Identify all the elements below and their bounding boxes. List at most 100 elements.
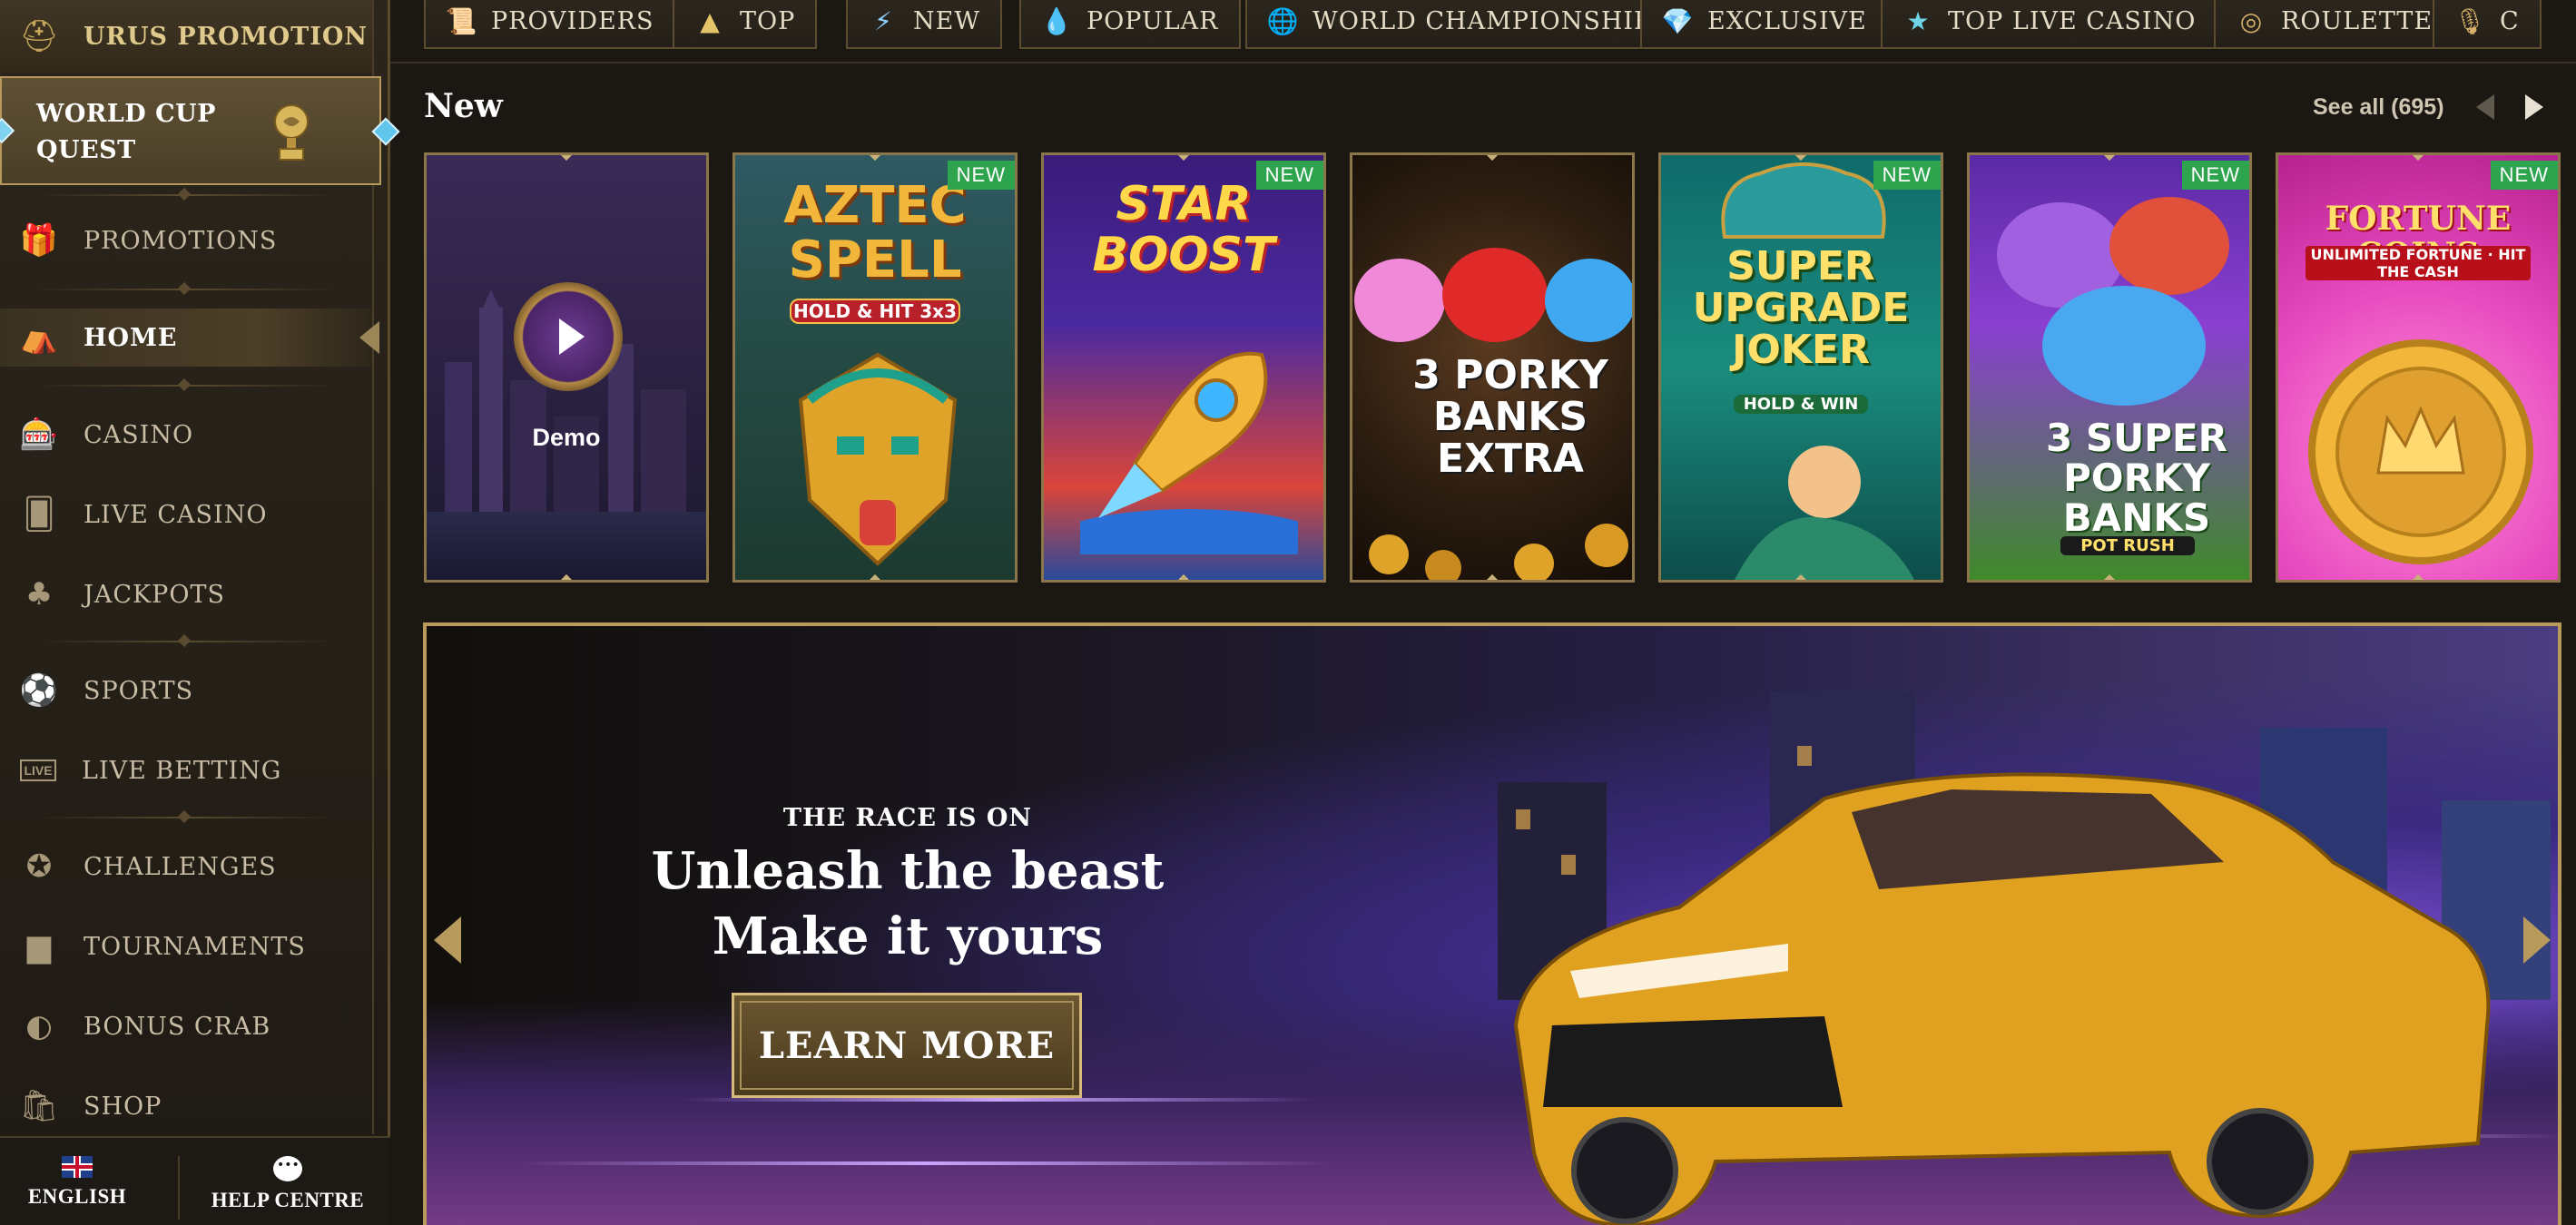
joker-character-image <box>1735 446 1914 580</box>
badge-icon: ✪ <box>25 848 53 885</box>
home-icon: ⛺ <box>19 319 59 356</box>
tab-label: NEW <box>913 6 981 35</box>
banner-headline-line-1: Unleash the beast <box>651 841 1165 901</box>
sidebar-item-promotions[interactable]: 🎁 PROMOTIONS <box>0 218 372 263</box>
game-title: STAR BOOST <box>1092 177 1275 282</box>
star-icon: ★ <box>1906 5 1930 36</box>
tab-world-championship[interactable]: 🌐 WORLD CHAMPIONSHIP <box>1245 0 1674 49</box>
lightning-icon: ⚡ <box>874 5 892 36</box>
sidebar-item-live-casino[interactable]: 🂠 LIVE CASINO <box>0 492 372 537</box>
sidebar-item-label: LIVE CASINO <box>84 500 268 529</box>
sidebar-item-label: LIVE BETTING <box>82 756 282 785</box>
game-tile[interactable]: NEW SUPER UPGRADE JOKER HOLD & WIN <box>1658 152 1943 583</box>
game-tile[interactable]: NEW STAR BOOST <box>1041 152 1326 583</box>
light-streak <box>517 1161 1334 1165</box>
language-label: ENGLISH <box>27 1185 127 1208</box>
game-tile[interactable]: Demo <box>424 152 709 583</box>
learn-more-button[interactable]: LEARN MORE <box>732 993 1082 1098</box>
tab-top[interactable]: ▲ TOP <box>673 0 818 49</box>
live-icon: LIVE <box>20 760 56 781</box>
active-indicator-icon <box>359 321 379 354</box>
sidebar-item-label: JACKPOTS <box>84 580 225 609</box>
tab-exclusive[interactable]: 💎 EXCLUSIVE <box>1640 0 1889 49</box>
carousel-prev-icon[interactable] <box>2476 94 2494 120</box>
footer-divider <box>178 1156 180 1220</box>
banner-next-icon[interactable] <box>2523 916 2551 964</box>
see-all-link[interactable]: See all (695) <box>2313 94 2444 121</box>
game-subtitle: POT RUSH <box>2060 536 2195 555</box>
language-button[interactable]: ENGLISH <box>0 1156 154 1209</box>
new-badge: NEW <box>1873 161 1941 190</box>
tab-roulette[interactable]: ◎ ROULETTE <box>2214 0 2455 49</box>
pigs-image <box>1354 248 1632 342</box>
game-tile[interactable]: NEW 3 SUPER PORKY BANKS POT RUSH <box>1967 152 2252 583</box>
sidebar-item-label: WORLD CUP QUEST <box>36 96 216 169</box>
game-title: SUPER UPGRADE JOKER <box>1692 243 1910 373</box>
new-badge: NEW <box>2490 161 2558 190</box>
game-title: 3 SUPER PORKY BANKS <box>2045 416 2227 540</box>
sidebar-item-label: CHALLENGES <box>84 852 277 881</box>
sidebar-item-challenges[interactable]: ✪ CHALLENGES <box>0 844 372 889</box>
sidebar-item-label: CASINO <box>84 420 194 449</box>
category-bar: 📜 PROVIDERS ▲ TOP ⚡ NEW 💧 POPULAR 🌐 WORL… <box>413 0 2576 56</box>
microphone-icon: 🎙 <box>2453 5 2486 36</box>
tab-label: TOP LIVE CASINO <box>1948 6 2197 35</box>
carousel-next-icon[interactable] <box>2525 94 2543 120</box>
scroll-icon: 📜 <box>445 5 477 36</box>
learn-more-label: LEARN MORE <box>758 1024 1056 1067</box>
roulette-icon: ◎ <box>2239 5 2263 36</box>
new-badge: NEW <box>1255 161 1323 190</box>
tab-more[interactable]: 🎙 C <box>2433 0 2542 49</box>
gold-coin-image <box>2308 339 2533 564</box>
promo-banner[interactable]: THE RACE IS ON Unleash the beast Make it… <box>423 622 2561 1225</box>
clover-icon: ♣ <box>25 576 54 612</box>
help-label: HELP CENTRE <box>211 1189 365 1211</box>
help-centre-button[interactable]: HELP CENTRE <box>211 1156 365 1212</box>
banner-prev-icon[interactable] <box>434 916 461 964</box>
ball-icon: ⚽ <box>19 672 59 709</box>
tab-label: TOP <box>740 6 796 35</box>
divider <box>36 641 336 642</box>
pigs-image <box>1997 197 2229 406</box>
game-tile[interactable]: NEW FORTUNE COINS UNLIMITED FORTUNE · HI… <box>2276 152 2561 583</box>
sidebar-item-tournaments[interactable]: ▆ TOURNAMENTS <box>0 924 372 969</box>
sidebar-footer: ENGLISH HELP CENTRE <box>0 1136 390 1225</box>
sidebar-item-label: URUS PROMOTION <box>84 22 369 51</box>
sidebar-item-home[interactable]: ⛺ HOME <box>0 309 372 367</box>
pyramid-icon: ▲ <box>700 5 720 36</box>
tab-popular[interactable]: 💧 POPULAR <box>1019 0 1241 49</box>
gem-icon: 💎 <box>1661 5 1694 36</box>
tab-new[interactable]: ⚡ NEW <box>846 0 1003 49</box>
tab-label: ROULETTE <box>2281 6 2433 35</box>
sidebar-item-label: TOURNAMENTS <box>84 932 306 961</box>
sidebar-item-shop[interactable]: 🛍 SHOP <box>0 1083 372 1129</box>
sidebar-item-label: PROMOTIONS <box>84 226 278 255</box>
divider <box>36 817 336 818</box>
tab-label: POPULAR <box>1086 6 1219 35</box>
game-subtitle: UNLIMITED FORTUNE · HIT THE CASH <box>2306 246 2531 280</box>
chat-bubble-icon <box>273 1156 302 1181</box>
sidebar-item-label: SPORTS <box>84 676 194 705</box>
rocket-image <box>1080 351 1298 554</box>
new-badge: NEW <box>2181 161 2249 190</box>
sidebar-item-sports[interactable]: ⚽ SPORTS <box>0 668 372 713</box>
section-title: New <box>424 87 503 125</box>
sidebar-item-urus-promotion[interactable]: ⛑ URUS PROMOTION <box>0 0 372 73</box>
tab-providers[interactable]: 📜 PROVIDERS <box>424 0 676 49</box>
trophy-icon <box>274 104 309 161</box>
diamond-right-icon <box>371 117 400 146</box>
sidebar-item-live-betting[interactable]: LIVE LIVE BETTING <box>0 748 372 793</box>
play-button-icon[interactable] <box>514 282 623 391</box>
game-tile[interactable]: NEW AZTEC SPELL HOLD & HIT 3x3 <box>732 152 1018 583</box>
light-streak <box>681 1098 1316 1102</box>
helmet-icon: ⛑ <box>19 18 59 54</box>
new-badge: NEW <box>947 161 1015 190</box>
sidebar-item-world-cup-quest[interactable]: WORLD CUP QUEST <box>0 76 400 185</box>
sidebar-item-bonus-crab[interactable]: ◐ BONUS CRAB <box>0 1004 372 1049</box>
game-tile[interactable]: 3 PORKY BANKS EXTRA <box>1350 152 1635 583</box>
diamond-left-icon <box>0 117 15 144</box>
sidebar-item-jackpots[interactable]: ♣ JACKPOTS <box>0 572 372 617</box>
sidebar: ⛑ URUS PROMOTION WORLD CUP QUEST 🎁 PROMO… <box>0 0 400 1225</box>
tab-top-live-casino[interactable]: ★ TOP LIVE CASINO <box>1881 0 2218 49</box>
sidebar-item-casino[interactable]: 🎰 CASINO <box>0 412 372 457</box>
